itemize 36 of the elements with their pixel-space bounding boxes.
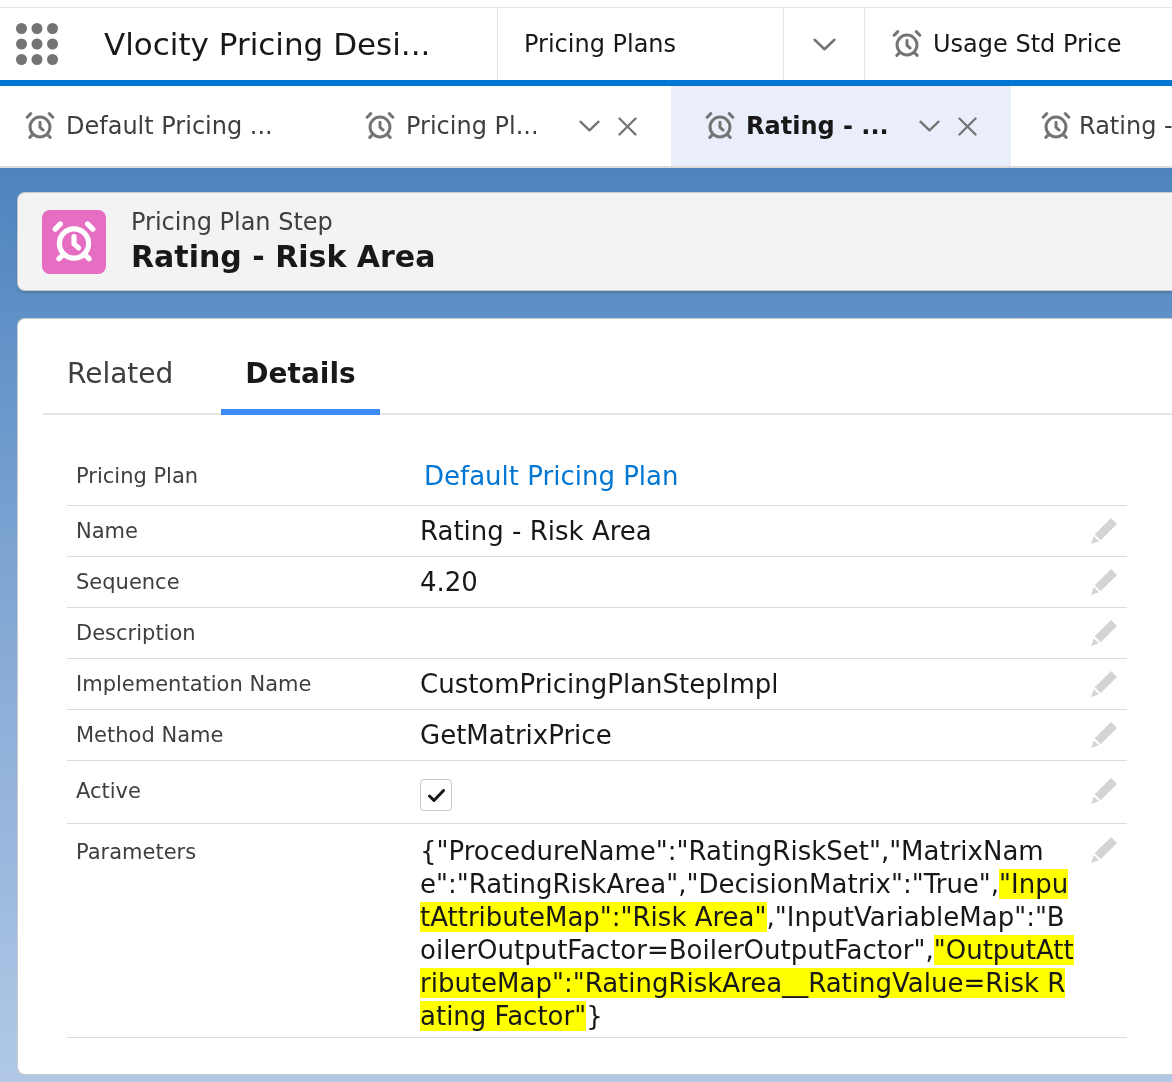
field-label: Method Name (76, 723, 224, 747)
app-title: Vlocity Pricing Desi... (104, 24, 431, 64)
record-tab[interactable]: Related (43, 339, 198, 415)
chevron-down-icon[interactable] (812, 37, 836, 51)
grid-menu-icon[interactable] (16, 23, 58, 65)
record-type: Pricing Plan Step (131, 206, 334, 237)
field-label: Parameters (76, 840, 197, 864)
field-link[interactable]: Default Pricing Plan (420, 461, 679, 491)
workspace-tab[interactable]: Rating - ... (671, 86, 1011, 166)
field-label: Implementation Name (76, 672, 312, 696)
nav-item[interactable]: Pricing Plans (497, 8, 783, 80)
field-label: Pricing Plan (76, 464, 199, 488)
field-value: 4.20 (420, 567, 478, 597)
field-label: Description (76, 621, 196, 645)
checkbox[interactable] (420, 779, 452, 811)
alarm-clock-icon (42, 209, 106, 274)
alarm-clock-icon (705, 112, 735, 140)
field-value: {"ProcedureName":"RatingRiskSet","MatrixName":"RatingRiskArea","DecisionMatrix":"True","InputAttributeMap":"Risk Area","InputVariableMap":"BoilerOutputFactor=BoilerOutputFactor","OutputAttributeMap":"RatingRiskArea__RatingValue=Risk Rating Factor"} (420, 835, 1075, 1033)
field-label: Sequence (76, 570, 180, 594)
checkmark-icon (427, 788, 445, 802)
chevron-down-icon[interactable] (579, 120, 600, 132)
field-label: Active (76, 779, 141, 803)
close-icon[interactable] (618, 116, 637, 136)
alarm-clock-icon (1041, 112, 1071, 140)
field-label: Name (76, 519, 138, 543)
alarm-clock-icon (892, 30, 922, 58)
record-title: Rating - Risk Area (131, 237, 436, 276)
field-value: GetMatrixPrice (420, 720, 612, 750)
field-value: CustomPricingPlanStepImpl (420, 669, 779, 699)
close-icon[interactable] (958, 116, 977, 136)
record-tab[interactable]: Details (221, 339, 380, 415)
alarm-clock-icon (25, 112, 55, 140)
nav-tab[interactable]: Usage Std Price (865, 8, 1132, 80)
alarm-clock-icon (365, 112, 395, 140)
chevron-down-icon[interactable] (919, 120, 940, 132)
field-value: Rating - Risk Area (420, 516, 652, 546)
